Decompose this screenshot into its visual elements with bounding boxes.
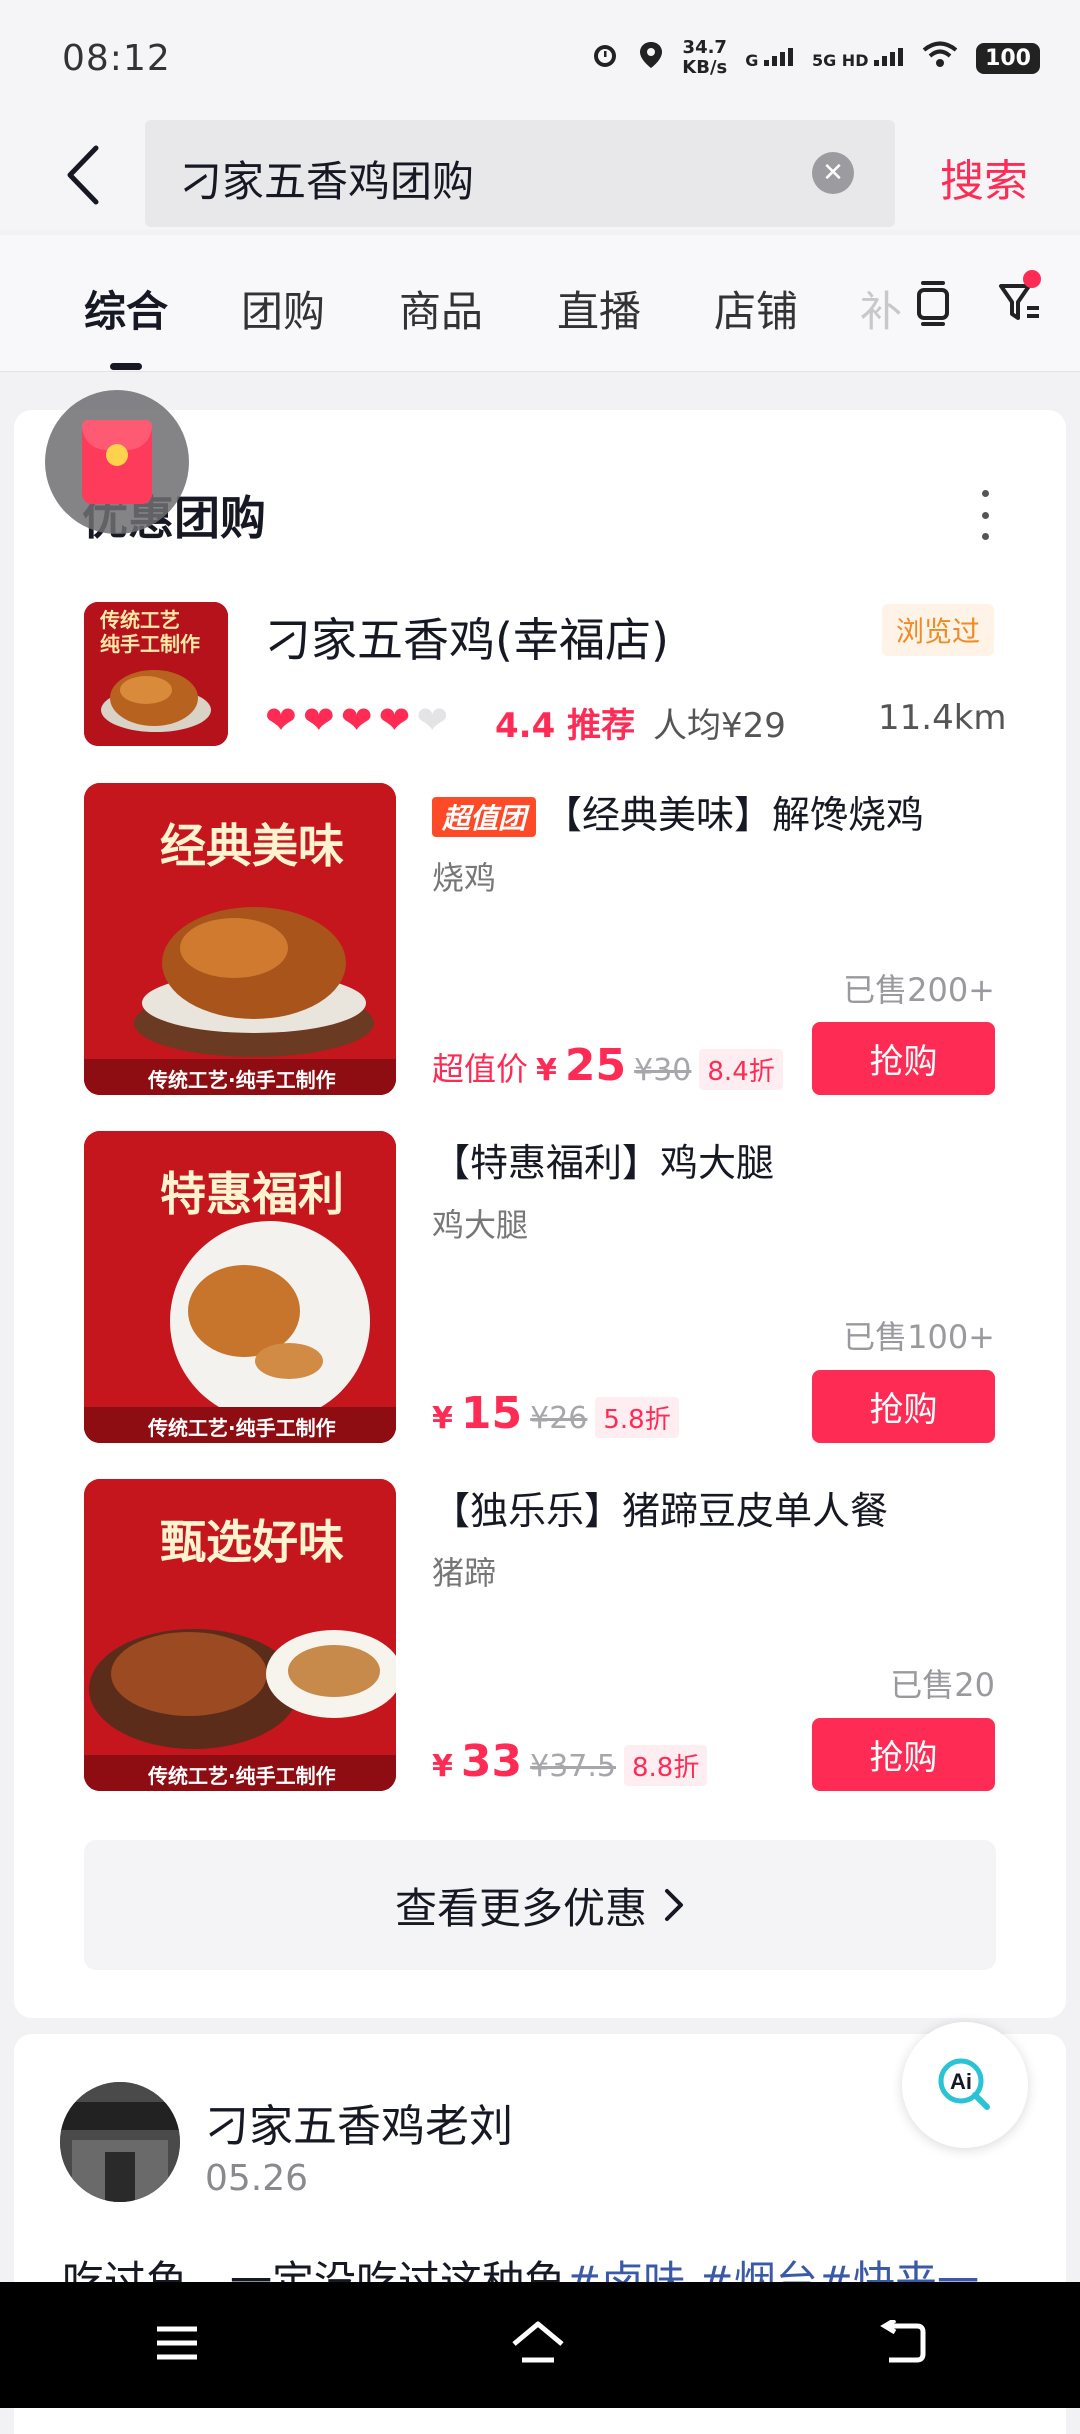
- deal-title[interactable]: 【独乐乐】猪蹄豆皮单人餐: [432, 1480, 888, 1535]
- layout-icon: [917, 281, 949, 326]
- deal-image-footer: 传统工艺·纯手工制作: [148, 1416, 336, 1440]
- wifi-icon: [922, 41, 958, 76]
- chevron-left-icon: [67, 145, 99, 205]
- back-nav-icon[interactable]: [875, 2317, 927, 2370]
- deal-price: ¥15 ¥26 5.8折: [432, 1388, 679, 1439]
- tab-live[interactable]: 直播: [557, 278, 641, 339]
- tab-products[interactable]: 商品: [399, 278, 483, 339]
- deal-subtitle: 猪蹄: [432, 1554, 497, 1592]
- visited-badge: 浏览过: [882, 604, 995, 656]
- deal-image-footer: 传统工艺·纯手工制作: [148, 1068, 336, 1092]
- active-tab-indicator: [110, 363, 142, 370]
- deal-image-footer: 传统工艺·纯手工制作: [148, 1764, 336, 1788]
- heart-icon: ❤: [302, 698, 335, 742]
- net-speed: 34.7 KB/s: [682, 37, 728, 78]
- post-date: 05.26: [205, 2158, 309, 2199]
- alarm-icon: [590, 40, 620, 77]
- location-icon: [638, 40, 664, 77]
- tab-overall[interactable]: 综合: [84, 278, 168, 339]
- ai-search-icon: Ai: [938, 2058, 990, 2110]
- buy-button[interactable]: 抢购: [812, 1022, 995, 1095]
- clear-search-button[interactable]: ✕: [812, 152, 854, 194]
- red-packet-float-button[interactable]: [45, 390, 189, 534]
- discount-badge: 8.8折: [624, 1745, 708, 1786]
- deal-price: 超值价 ¥25 ¥30 8.4折: [432, 1040, 783, 1091]
- discount-badge: 8.4折: [699, 1049, 783, 1090]
- post-author[interactable]: 刁家五香鸡老刘: [205, 2090, 513, 2154]
- ai-search-button[interactable]: Ai: [902, 2022, 1028, 2148]
- chevron-right-icon: [665, 1889, 683, 1921]
- see-more-deals-button[interactable]: 查看更多优惠: [84, 1840, 996, 1970]
- menu-icon[interactable]: [153, 2323, 201, 2367]
- sold-count: 已售100+: [843, 1318, 995, 1356]
- see-more-label: 查看更多优惠: [394, 1883, 647, 1933]
- avg-price: 人均¥29: [653, 706, 786, 746]
- layout-toggle-button[interactable]: [908, 278, 958, 328]
- rating-hearts: ❤ ❤ ❤ ❤ ❤: [265, 700, 448, 740]
- red-packet-icon: [82, 420, 152, 504]
- more-options-button[interactable]: [975, 490, 995, 540]
- shop-rating: 4.4 推荐: [495, 706, 636, 746]
- tab-group-buy[interactable]: 团购: [241, 278, 325, 339]
- battery-indicator: 100: [976, 42, 1040, 74]
- heart-icon: ❤: [340, 698, 373, 742]
- home-icon[interactable]: [508, 2318, 568, 2372]
- filter-notification-dot: [1023, 270, 1041, 288]
- heart-icon: ❤: [378, 698, 411, 742]
- sold-count: 已售20: [890, 1666, 995, 1704]
- close-icon: ✕: [822, 158, 844, 188]
- deal-image-title: 经典美味: [160, 819, 344, 873]
- deal-image-title: 甄选好味: [160, 1515, 344, 1569]
- deal-subtitle: 鸡大腿: [432, 1206, 529, 1244]
- shop-thumb-text: 传统工艺 纯手工制作: [100, 608, 200, 656]
- tab-shops[interactable]: 店铺: [714, 278, 798, 339]
- search-button[interactable]: 搜索: [940, 145, 1028, 209]
- status-time: 08:12: [62, 38, 171, 79]
- deal-image-title: 特惠福利: [160, 1167, 344, 1221]
- deal-price: ¥33 ¥37.5 8.8折: [432, 1736, 708, 1787]
- search-query-text[interactable]: 刁家五香鸡团购: [180, 148, 474, 209]
- deal-title[interactable]: 【特惠福利】鸡大腿: [432, 1132, 774, 1187]
- signal-2: 5G HD: [812, 47, 904, 69]
- deal-subtitle: 烧鸡: [432, 859, 497, 897]
- value-deal-badge: 超值团: [432, 797, 537, 837]
- tab-more-partial[interactable]: 补: [860, 278, 902, 339]
- distance: 11.4km: [878, 698, 1007, 738]
- system-nav-bar: [0, 2282, 1080, 2408]
- discount-badge: 5.8折: [595, 1397, 679, 1438]
- shop-name[interactable]: 刁家五香鸡(幸福店): [265, 604, 669, 670]
- sold-count: 已售200+: [843, 971, 995, 1009]
- buy-button[interactable]: 抢购: [812, 1718, 995, 1791]
- deal-title[interactable]: 超值团 【经典美味】解馋烧鸡: [432, 784, 924, 839]
- svg-text:Ai: Ai: [950, 2069, 972, 2094]
- heart-icon: ❤: [265, 698, 297, 742]
- avatar[interactable]: [60, 2082, 180, 2202]
- back-button[interactable]: [52, 140, 112, 210]
- buy-button[interactable]: 抢购: [812, 1370, 995, 1443]
- signal-1: G: [745, 47, 794, 69]
- status-icons: 34.7 KB/s G 5G HD 100: [590, 38, 1040, 78]
- heart-empty-icon: ❤: [416, 698, 449, 742]
